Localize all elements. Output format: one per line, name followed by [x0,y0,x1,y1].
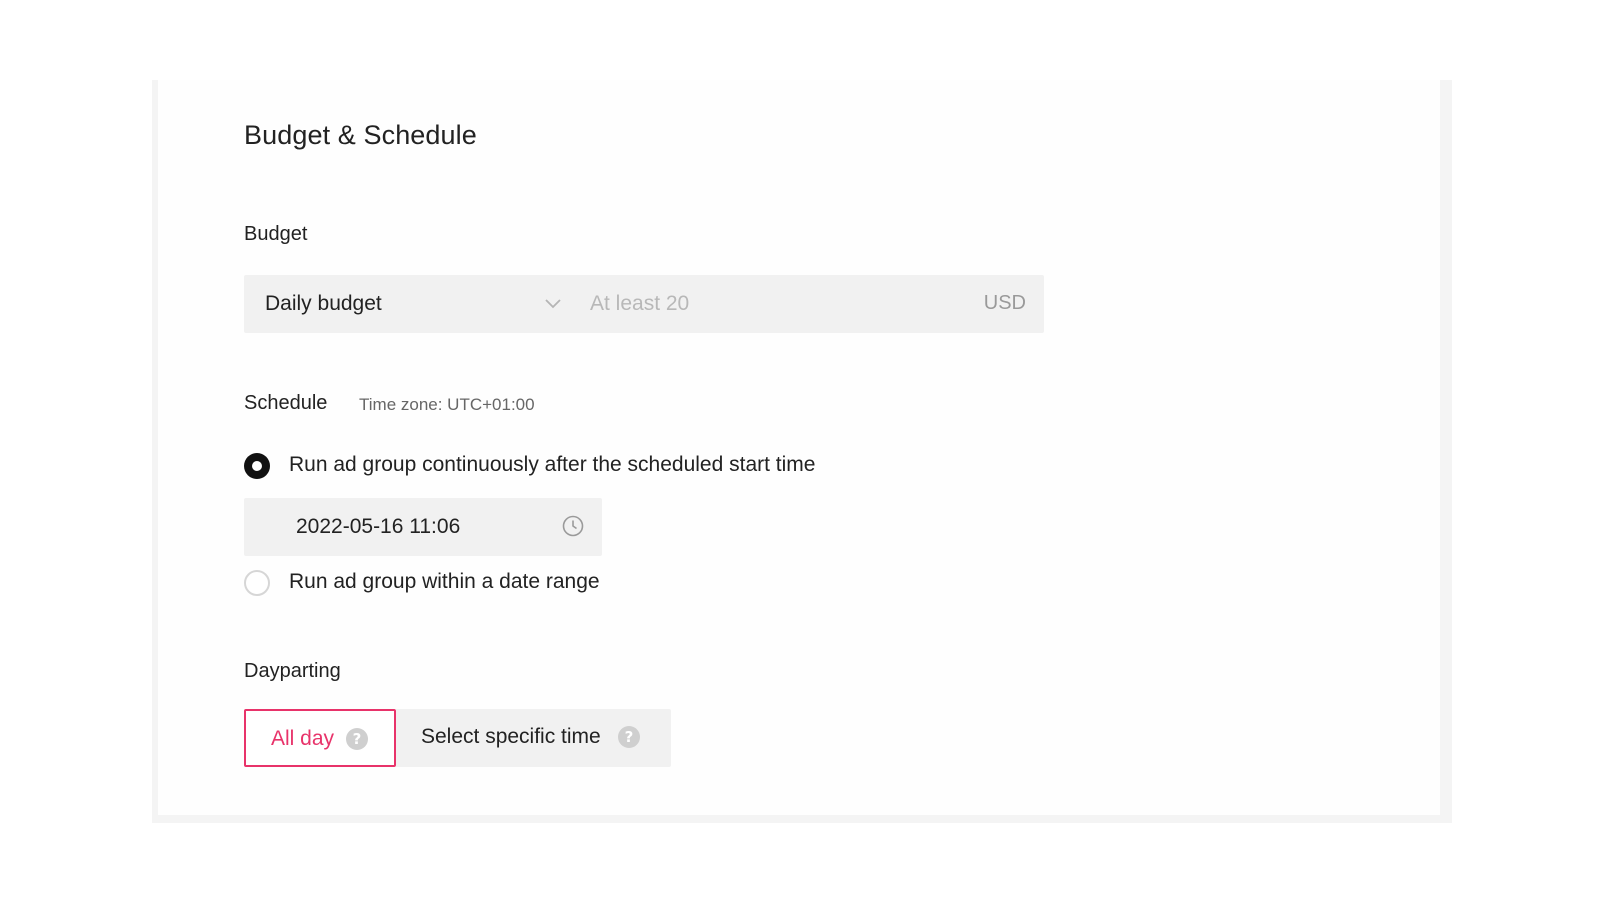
help-icon[interactable]: ? [346,728,368,750]
panel-title: Budget & Schedule [244,120,477,150]
dayparting-specific-time-button[interactable]: Select specific time ? [396,709,671,767]
dayparting-label: Dayparting [244,660,341,682]
schedule-option-label: Run ad group continuously after the sche… [289,453,816,476]
budget-label: Budget [244,223,308,245]
clock-icon [562,515,584,537]
budget-type-value: Daily budget [265,292,382,315]
start-time-picker[interactable]: 2022-05-16 11:06 [244,498,602,556]
specific-time-label: Select specific time [421,725,601,748]
radio-button-checked[interactable] [244,453,270,479]
currency-label: USD [983,292,1026,314]
dayparting-all-day-button[interactable]: All day ? [244,709,396,767]
radio-button-unchecked[interactable] [244,570,270,596]
chevron-down-icon [545,299,561,309]
timezone-label: Time zone: UTC+01:00 [359,395,535,414]
start-time-value: 2022-05-16 11:06 [296,515,461,538]
all-day-label: All day [271,727,335,750]
schedule-label: Schedule [244,392,328,414]
budget-input-group: Daily budget USD [244,275,1044,333]
budget-amount-input[interactable] [590,275,950,333]
help-icon[interactable]: ? [618,726,640,748]
budget-type-select[interactable]: Daily budget [244,275,574,333]
budget-schedule-panel: Budget & Schedule Budget Daily budget US… [152,80,1452,823]
schedule-option-label: Run ad group within a date range [289,570,600,593]
